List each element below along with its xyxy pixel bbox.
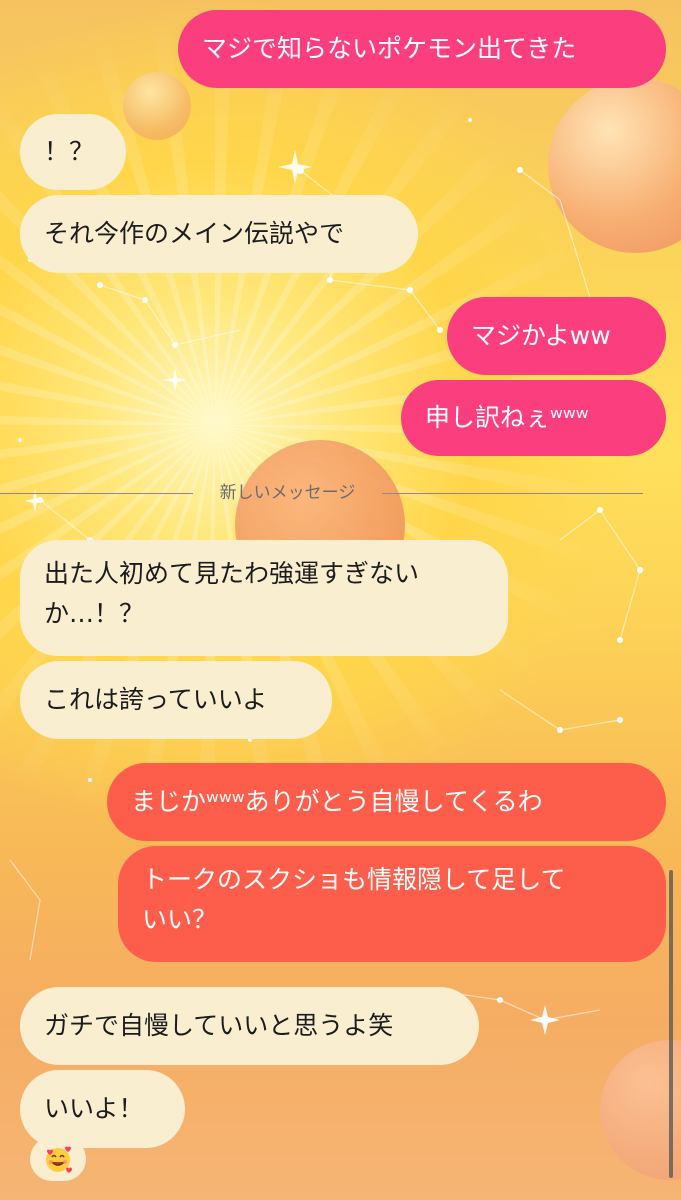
message-bubble-outgoing[interactable]: 申し訳ねぇʷʷʷ <box>401 380 666 456</box>
smiling-face-with-hearts-icon <box>46 1146 72 1173</box>
message-bubble-outgoing[interactable]: マジかよww <box>447 297 666 375</box>
message-bubble-outgoing[interactable]: マジで知らないポケモン出てきた <box>178 10 666 88</box>
message-text-line: か…！？ <box>44 599 145 628</box>
new-messages-divider: 新しいメッセージ <box>0 482 681 504</box>
message-bubble-incoming[interactable]: 出た人初めて見たわ強運すぎない か…！？ <box>20 540 508 656</box>
message-bubble-outgoing[interactable]: まじかʷʷʷありがとう自慢してくるわ <box>107 763 666 841</box>
message-bubble-incoming[interactable]: ガチで自慢していいと思うよ笑 <box>20 987 479 1065</box>
scrollbar[interactable] <box>669 870 673 1178</box>
divider-line-left <box>0 493 193 494</box>
divider-line-right <box>382 493 643 494</box>
message-text-line: 出た人初めて見たわ強運すぎない <box>44 559 420 588</box>
message-text-line: いい？ <box>142 905 218 934</box>
message-bubble-outgoing[interactable]: トークのスクショも情報隠して足して いい？ <box>118 846 666 962</box>
message-bubble-incoming[interactable]: いいよ！ <box>20 1070 185 1148</box>
message-bubble-incoming[interactable]: ！？ <box>20 114 126 190</box>
message-bubble-incoming[interactable]: それ今作のメイン伝説やで <box>20 195 418 273</box>
divider-label: 新しいメッセージ <box>219 483 356 503</box>
message-reaction[interactable] <box>30 1137 86 1181</box>
message-bubble-incoming[interactable]: これは誇っていいよ <box>20 661 332 739</box>
message-text-line: トークのスクショも情報隠して足して <box>142 865 566 894</box>
